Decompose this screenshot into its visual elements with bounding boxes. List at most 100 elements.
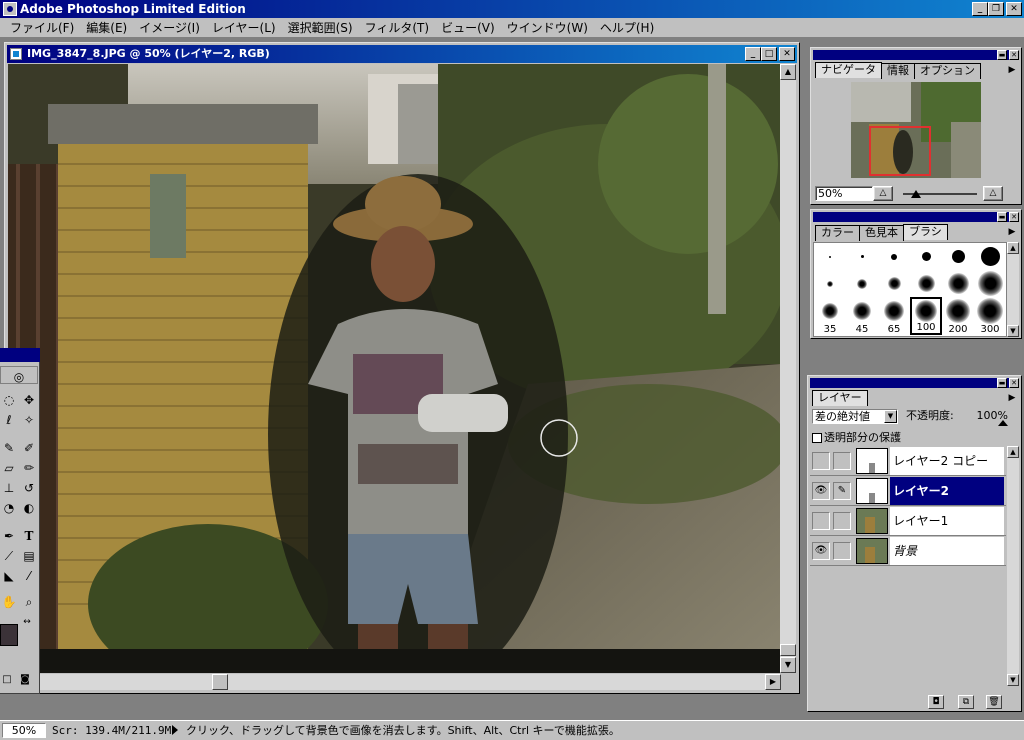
layer-link-toggle[interactable]: [833, 512, 851, 530]
layer-link-toggle[interactable]: [833, 542, 851, 560]
brush-5[interactable]: [878, 243, 910, 270]
foreground-color-swatch[interactable]: [0, 624, 18, 646]
layer-link-toggle[interactable]: [833, 452, 851, 470]
paintbrush-tool-icon[interactable]: ✐: [20, 438, 38, 458]
quick-mask-mode-icon[interactable]: ◙: [16, 672, 34, 688]
tab-layers[interactable]: レイヤー: [812, 390, 868, 406]
gradient-tool-icon[interactable]: ▤: [20, 546, 38, 566]
hand-tool-icon[interactable]: ✋: [0, 592, 18, 612]
tab-options[interactable]: オプション: [914, 63, 981, 79]
new-layer-icon[interactable]: ⧉: [958, 695, 974, 709]
brush-scrollbar[interactable]: ▲ ▼: [1007, 242, 1019, 337]
lasso-tool-icon[interactable]: ℓ: [0, 410, 18, 430]
panel-close-button[interactable]: ✕: [1009, 378, 1019, 388]
brush-3[interactable]: [846, 243, 878, 270]
layers-scrollbar[interactable]: ▲ ▼: [1007, 446, 1019, 686]
eye-icon[interactable]: 👁: [812, 482, 830, 500]
navigator-panel-title-bar[interactable]: ▬ ✕: [813, 50, 1019, 60]
dropdown-arrow-icon[interactable]: ▼: [884, 410, 897, 423]
layers-panel-title-bar[interactable]: ▬ ✕: [810, 378, 1019, 388]
image-canvas[interactable]: [8, 64, 781, 673]
layer-row[interactable]: 👁 ✎ レイヤー2: [810, 476, 1006, 506]
marquee-tool-icon[interactable]: ◌: [0, 390, 18, 410]
panel-close-button[interactable]: ✕: [1009, 212, 1019, 222]
menu-help[interactable]: ヘルプ(H): [594, 19, 660, 37]
panel-close-button[interactable]: ✕: [1009, 50, 1019, 60]
brush-scroll-up[interactable]: ▲: [1007, 242, 1019, 254]
visibility-toggle[interactable]: [812, 512, 830, 530]
brush-soft-5[interactable]: [814, 270, 846, 297]
vertical-scroll-thumb[interactable]: [780, 644, 796, 656]
menu-image[interactable]: イメージ(I): [133, 19, 206, 37]
brush-scroll-down[interactable]: ▼: [1007, 325, 1019, 337]
navigator-thumbnail[interactable]: [851, 82, 981, 178]
paint-bucket-tool-icon[interactable]: ◣: [0, 566, 18, 586]
zoom-out-button[interactable]: △: [873, 186, 893, 201]
tab-navigator[interactable]: ナビゲータ: [815, 62, 882, 78]
panel-menu-arrow-icon[interactable]: ▶: [1007, 224, 1017, 240]
menu-select[interactable]: 選択範囲(S): [282, 19, 359, 37]
zoom-in-button[interactable]: △: [983, 186, 1003, 201]
pen-tool-icon[interactable]: ✒: [0, 526, 18, 546]
blur-tool-icon[interactable]: ◔: [0, 498, 18, 518]
trash-icon[interactable]: 🗑: [986, 695, 1002, 709]
brush-icon[interactable]: ✎: [833, 482, 851, 500]
menu-window[interactable]: ウインドウ(W): [501, 19, 594, 37]
visibility-toggle[interactable]: [812, 452, 830, 470]
eyedropper-tool-icon[interactable]: ⁄: [20, 566, 38, 586]
magic-wand-tool-icon[interactable]: ✧: [20, 410, 38, 430]
menu-layer[interactable]: レイヤー(L): [206, 19, 282, 37]
stamp-tool-icon[interactable]: ⊥: [0, 478, 18, 498]
checkbox-box[interactable]: [812, 433, 822, 443]
type-tool-icon[interactable]: T: [20, 526, 38, 546]
layer-name[interactable]: レイヤー1: [890, 507, 1004, 535]
status-menu-arrow-icon[interactable]: [172, 725, 178, 735]
scroll-up-arrow[interactable]: ▲: [780, 64, 796, 80]
tab-color[interactable]: カラー: [815, 225, 860, 241]
brush-13[interactable]: [942, 243, 974, 270]
restore-button[interactable]: ❐: [988, 2, 1004, 16]
add-mask-icon[interactable]: ◘: [928, 695, 944, 709]
zoom-tool-icon[interactable]: ⌕: [20, 592, 38, 612]
brush-19[interactable]: [974, 243, 1006, 270]
brush-soft-17[interactable]: [910, 270, 942, 297]
panel-minimize-button[interactable]: ▬: [997, 50, 1007, 60]
preserve-transparency-checkbox[interactable]: 透明部分の保護: [812, 431, 901, 445]
brush-200[interactable]: 200: [942, 297, 974, 335]
layer-row[interactable]: 👁 背景: [810, 536, 1006, 566]
doc-maximize-button[interactable]: □: [761, 47, 777, 61]
brush-9[interactable]: [910, 243, 942, 270]
standard-mode-icon[interactable]: □: [0, 672, 14, 688]
eye-icon[interactable]: 👁: [812, 542, 830, 560]
history-brush-tool-icon[interactable]: ↺: [20, 478, 38, 498]
panel-minimize-button[interactable]: ▬: [997, 212, 1007, 222]
panel-menu-arrow-icon[interactable]: ▶: [1007, 62, 1017, 78]
airbrush-tool-icon[interactable]: ✎: [0, 438, 18, 458]
horizontal-scroll-thumb[interactable]: [212, 674, 228, 690]
navigator-zoom-field[interactable]: 50%: [815, 186, 873, 201]
document-vertical-scrollbar[interactable]: ▲ ▼: [780, 64, 796, 673]
document-title-bar[interactable]: IMG_3847_8.JPG @ 50% (レイヤー2, RGB) _ □ ✕: [7, 45, 797, 63]
layers-scroll-up[interactable]: ▲: [1007, 446, 1019, 458]
menu-view[interactable]: ビュー(V): [435, 19, 501, 37]
tab-info[interactable]: 情報: [881, 63, 915, 79]
brush-45[interactable]: 45: [846, 297, 878, 335]
close-button[interactable]: ✕: [1006, 2, 1022, 16]
layers-scroll-down[interactable]: ▼: [1007, 674, 1019, 686]
layer-name[interactable]: レイヤー2: [890, 477, 1004, 505]
document-horizontal-scrollbar[interactable]: ▶: [8, 674, 781, 690]
brush-soft-13[interactable]: [878, 270, 910, 297]
status-zoom-field[interactable]: 50%: [2, 723, 46, 738]
menu-filter[interactable]: フィルタ(T): [359, 19, 435, 37]
layer-row[interactable]: レイヤー2 コピー: [810, 446, 1006, 476]
opacity-slider-arrow-icon[interactable]: [998, 420, 1008, 426]
navigator-view-rectangle[interactable]: [869, 126, 931, 176]
swap-colors-icon[interactable]: ↔: [20, 616, 34, 628]
panel-menu-arrow-icon[interactable]: ▶: [1007, 390, 1017, 406]
pencil-tool-icon[interactable]: ✏: [20, 458, 38, 478]
scroll-right-arrow[interactable]: ▶: [765, 674, 781, 690]
layer-name[interactable]: レイヤー2 コピー: [890, 447, 1004, 475]
eye-logo-icon[interactable]: ◎: [0, 366, 38, 384]
photoshop-app-icon[interactable]: [3, 2, 17, 16]
brush-300[interactable]: 300: [974, 297, 1006, 335]
